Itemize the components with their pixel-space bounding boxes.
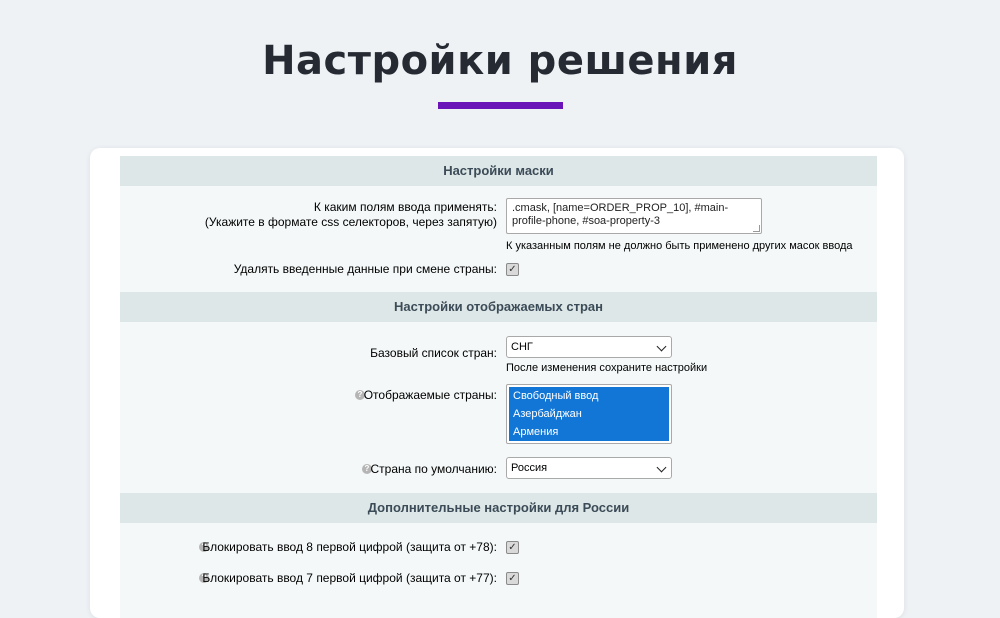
settings-form: Настройки маски К каким полям ввода прим… [120,156,877,618]
chevron-down-icon [656,462,667,473]
displayed-countries-listbox[interactable]: Свободный ввод Азербайджан Армения [506,384,672,444]
mask-fields-textarea[interactable]: .cmask, [name=ORDER_PROP_10], #main-prof… [506,198,762,234]
chevron-down-icon [656,341,667,352]
block7-checkbox[interactable]: ✓ [506,572,519,585]
section-header-russia: Дополнительные настройки для России [120,493,877,523]
section-header-mask: Настройки маски [120,156,877,186]
resize-grip-icon[interactable] [753,225,760,232]
displayed-countries-label: Отображаемые страны: [363,388,497,402]
mask-fields-label: К каким полям ввода применять: (Укажите … [137,200,497,230]
list-item[interactable]: Свободный ввод [509,387,669,405]
block7-label: Блокировать ввод 7 первой цифрой (защита… [202,571,497,585]
title-underline [438,102,563,109]
settings-card: Настройки маски К каким полям ввода прим… [90,148,904,618]
section-header-countries: Настройки отображаемых стран [120,292,877,322]
default-country-value: Россия [511,462,548,474]
clear-on-change-label: Удалять введенные данные при смене стран… [233,262,497,276]
default-country-select[interactable]: Россия [506,457,672,479]
mask-fields-value: .cmask, [name=ORDER_PROP_10], #main-prof… [512,202,729,227]
clear-on-change-checkbox[interactable]: ✓ [506,263,519,276]
mask-fields-note: К указанным полям не должно быть примене… [506,240,853,252]
base-list-note: После изменения сохраните настройки [506,362,708,374]
default-country-label: Страна по умолчанию: [370,462,497,476]
base-list-select[interactable]: СНГ [506,336,672,358]
block8-checkbox[interactable]: ✓ [506,541,519,554]
mask-fields-label-line2: (Укажите в формате css селекторов, через… [204,215,497,229]
base-list-label: Базовый список стран: [370,346,497,360]
list-item[interactable]: Азербайджан [509,405,669,423]
mask-fields-label-line1: К каким полям ввода применять: [313,200,497,214]
page-title: Настройки решения [262,38,738,84]
block8-label: Блокировать ввод 8 первой цифрой (защита… [202,540,497,554]
base-list-value: СНГ [511,341,533,353]
list-item[interactable]: Армения [509,423,669,441]
